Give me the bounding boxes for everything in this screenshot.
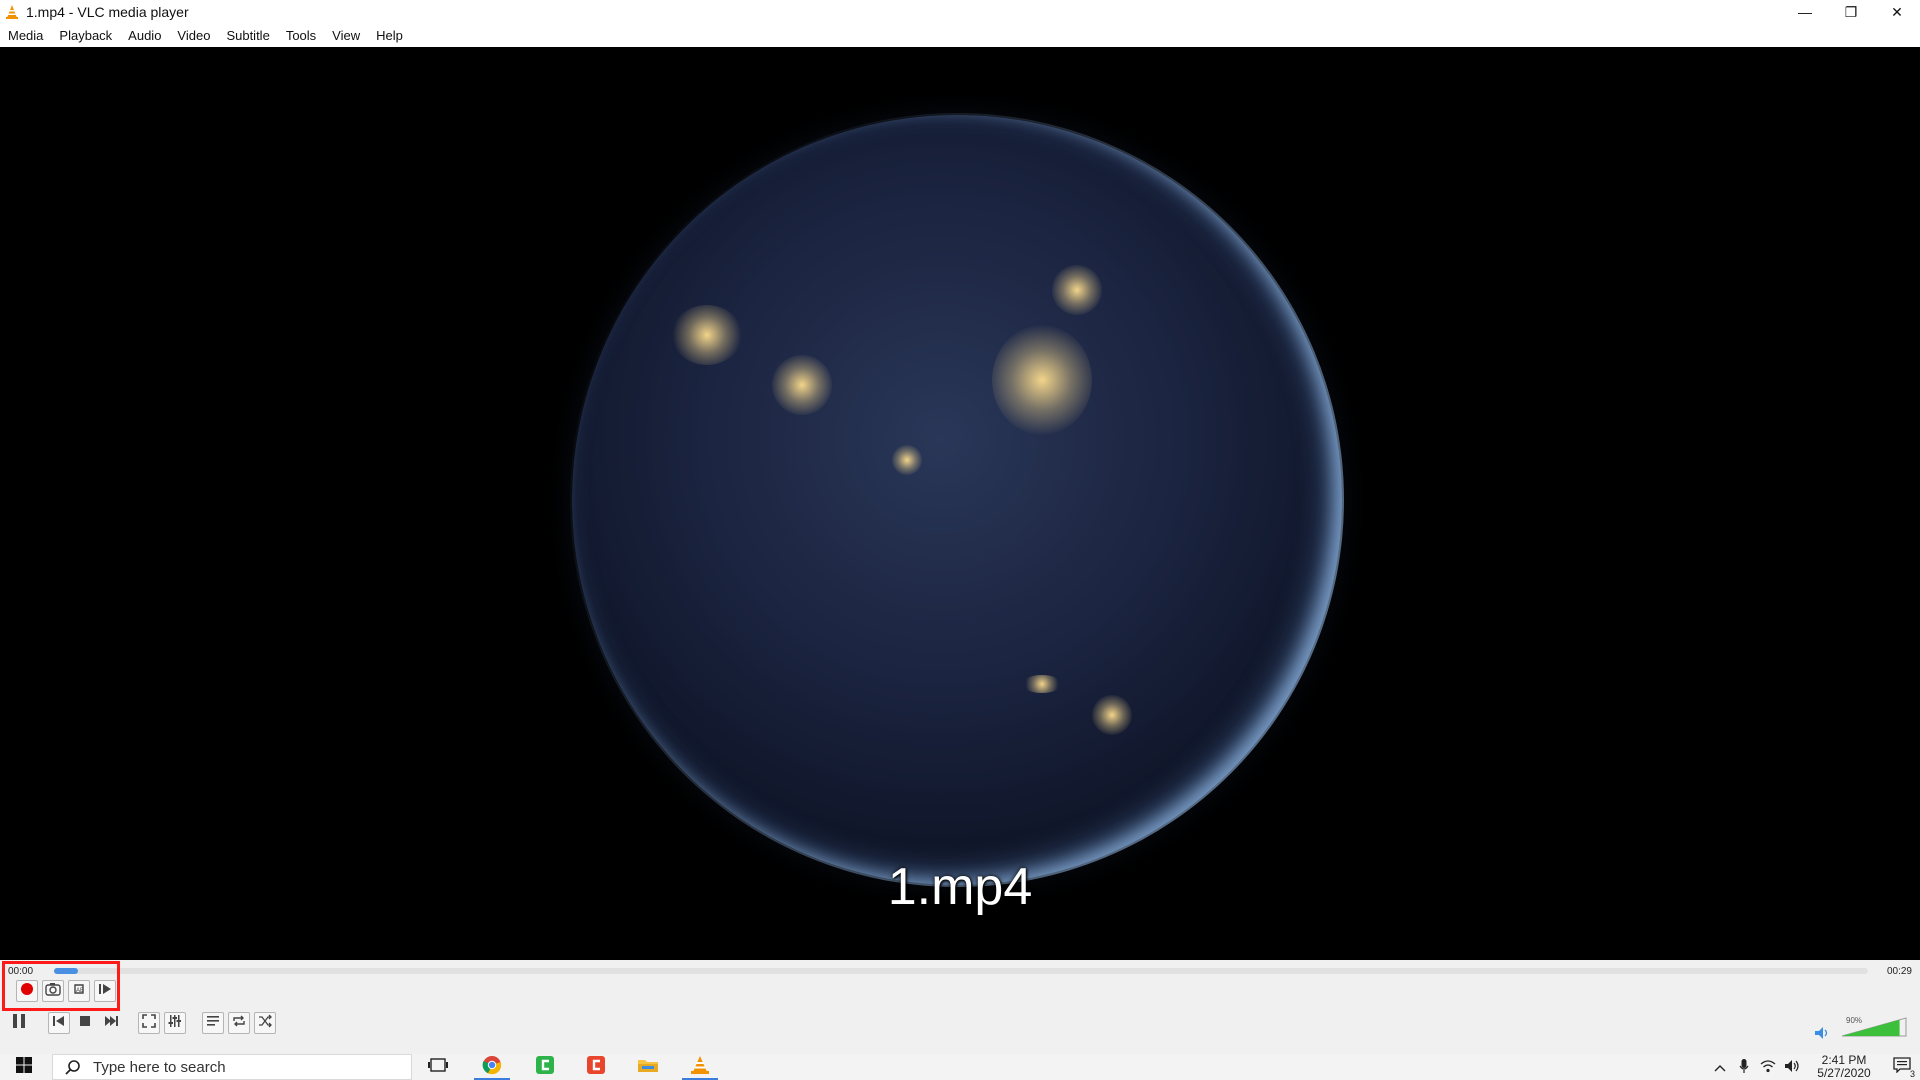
menu-help[interactable]: Help — [368, 24, 411, 47]
action-center-button[interactable]: 3 — [1884, 1054, 1920, 1080]
time-total: 00:29 — [1886, 966, 1912, 977]
playlist-button[interactable] — [202, 1012, 224, 1034]
camera-icon — [45, 982, 61, 1001]
playlist-icon — [206, 1014, 220, 1033]
menu-tools[interactable]: Tools — [278, 24, 324, 47]
seek-bar[interactable] — [54, 968, 1868, 974]
notification-icon — [1893, 1056, 1911, 1078]
vlc-cone-icon — [4, 4, 20, 20]
previous-button[interactable] — [48, 1012, 70, 1034]
loop-a-b-button[interactable]: AB — [68, 980, 90, 1002]
equalizer-icon — [168, 1014, 182, 1033]
menu-audio[interactable]: Audio — [120, 24, 169, 47]
title-bar: 1.mp4 - VLC media player — ❐ ✕ — [0, 0, 1920, 24]
globe-atmosphere — [570, 113, 1344, 887]
loop-ab-icon: AB — [72, 982, 86, 1001]
video-area[interactable]: 1.mp4 — [0, 47, 1920, 960]
notification-count: 3 — [1909, 1069, 1915, 1079]
network-tray-button[interactable] — [1756, 1054, 1780, 1080]
player-controls: 00:00 00:29 AB 90% — [0, 960, 1920, 1054]
camtasia-red-icon — [586, 1055, 606, 1080]
menu-bar: Media Playback Audio Video Subtitle Tool… — [0, 24, 1920, 48]
speaker-icon — [1784, 1059, 1800, 1076]
close-button[interactable]: ✕ — [1874, 0, 1920, 24]
menu-video[interactable]: Video — [169, 24, 218, 47]
frame-by-frame-button[interactable] — [94, 980, 116, 1002]
search-placeholder: Type here to search — [93, 1058, 226, 1076]
system-tray: 2:41 PM 5/27/2020 3 — [1708, 1054, 1920, 1080]
next-button[interactable] — [100, 1012, 122, 1034]
city-lights — [992, 325, 1092, 435]
volume-tray-button[interactable] — [1780, 1054, 1804, 1080]
video-title-overlay: 1.mp4 — [887, 858, 1033, 916]
taskbar: Type here to search 2:41 PM 5/27/2020 3 — [0, 1054, 1920, 1080]
vlc-cone-icon — [691, 1055, 709, 1080]
next-icon — [104, 1014, 118, 1032]
clock-date: 5/27/2020 — [1817, 1066, 1871, 1080]
shuffle-button[interactable] — [254, 1012, 276, 1034]
snapshot-button[interactable] — [42, 980, 64, 1002]
stop-icon — [79, 1014, 91, 1032]
window-title: 1.mp4 - VLC media player — [26, 4, 189, 20]
microphone-tray-button[interactable] — [1732, 1054, 1756, 1080]
chevron-up-icon — [1714, 1060, 1726, 1075]
city-lights — [1022, 675, 1062, 693]
svg-text:AB: AB — [76, 988, 84, 994]
camtasia-green-icon — [535, 1055, 555, 1080]
chrome-icon — [482, 1055, 502, 1080]
camtasia-recorder-taskbar-app[interactable] — [521, 1054, 569, 1080]
pause-button[interactable] — [6, 1010, 32, 1036]
record-icon — [20, 982, 34, 1001]
city-lights — [772, 355, 832, 415]
city-lights — [1052, 265, 1102, 315]
wifi-icon — [1760, 1059, 1776, 1076]
taskbar-clock[interactable]: 2:41 PM 5/27/2020 — [1804, 1054, 1884, 1080]
fullscreen-icon — [142, 1013, 156, 1033]
search-icon — [65, 1059, 81, 1075]
restore-button[interactable]: ❐ — [1828, 0, 1874, 24]
earth-globe-image — [570, 113, 1344, 887]
minimize-icon: — — [1798, 4, 1812, 20]
menu-subtitle[interactable]: Subtitle — [218, 24, 277, 47]
loop-icon — [232, 1014, 246, 1033]
minimize-button[interactable]: — — [1782, 0, 1828, 24]
volume-control[interactable]: 90% — [1814, 1016, 1914, 1046]
speaker-icon — [1814, 1026, 1830, 1045]
stop-button[interactable] — [74, 1012, 96, 1034]
microphone-icon — [1739, 1058, 1749, 1077]
extended-settings-button[interactable] — [164, 1012, 186, 1034]
camtasia-editor-taskbar-app[interactable] — [572, 1054, 620, 1080]
record-button[interactable] — [16, 980, 38, 1002]
windows-logo-icon — [16, 1056, 32, 1078]
city-lights — [1092, 695, 1132, 735]
file-explorer-taskbar-app[interactable] — [624, 1054, 672, 1080]
volume-percent: 90% — [1846, 1016, 1863, 1025]
frame-step-icon — [98, 982, 112, 1001]
menu-playback[interactable]: Playback — [51, 24, 120, 47]
restore-icon: ❐ — [1844, 3, 1858, 20]
taskbar-search[interactable]: Type here to search — [52, 1054, 412, 1080]
folder-icon — [637, 1056, 659, 1079]
task-view-icon — [428, 1057, 448, 1078]
loop-button[interactable] — [228, 1012, 250, 1034]
start-button[interactable] — [0, 1054, 48, 1080]
menu-media[interactable]: Media — [0, 24, 51, 47]
fullscreen-button[interactable] — [138, 1012, 160, 1034]
show-hidden-icons-button[interactable] — [1708, 1054, 1732, 1080]
city-lights — [672, 305, 742, 365]
close-icon: ✕ — [1891, 3, 1903, 20]
pause-icon — [10, 1012, 28, 1035]
shuffle-icon — [258, 1014, 272, 1033]
city-lights — [892, 445, 922, 475]
vlc-taskbar-app[interactable] — [676, 1054, 724, 1080]
previous-icon — [52, 1014, 66, 1032]
task-view-button[interactable] — [414, 1054, 462, 1080]
chrome-taskbar-app[interactable] — [468, 1054, 516, 1080]
window-controls: — ❐ ✕ — [1782, 0, 1920, 24]
menu-view[interactable]: View — [324, 24, 368, 47]
